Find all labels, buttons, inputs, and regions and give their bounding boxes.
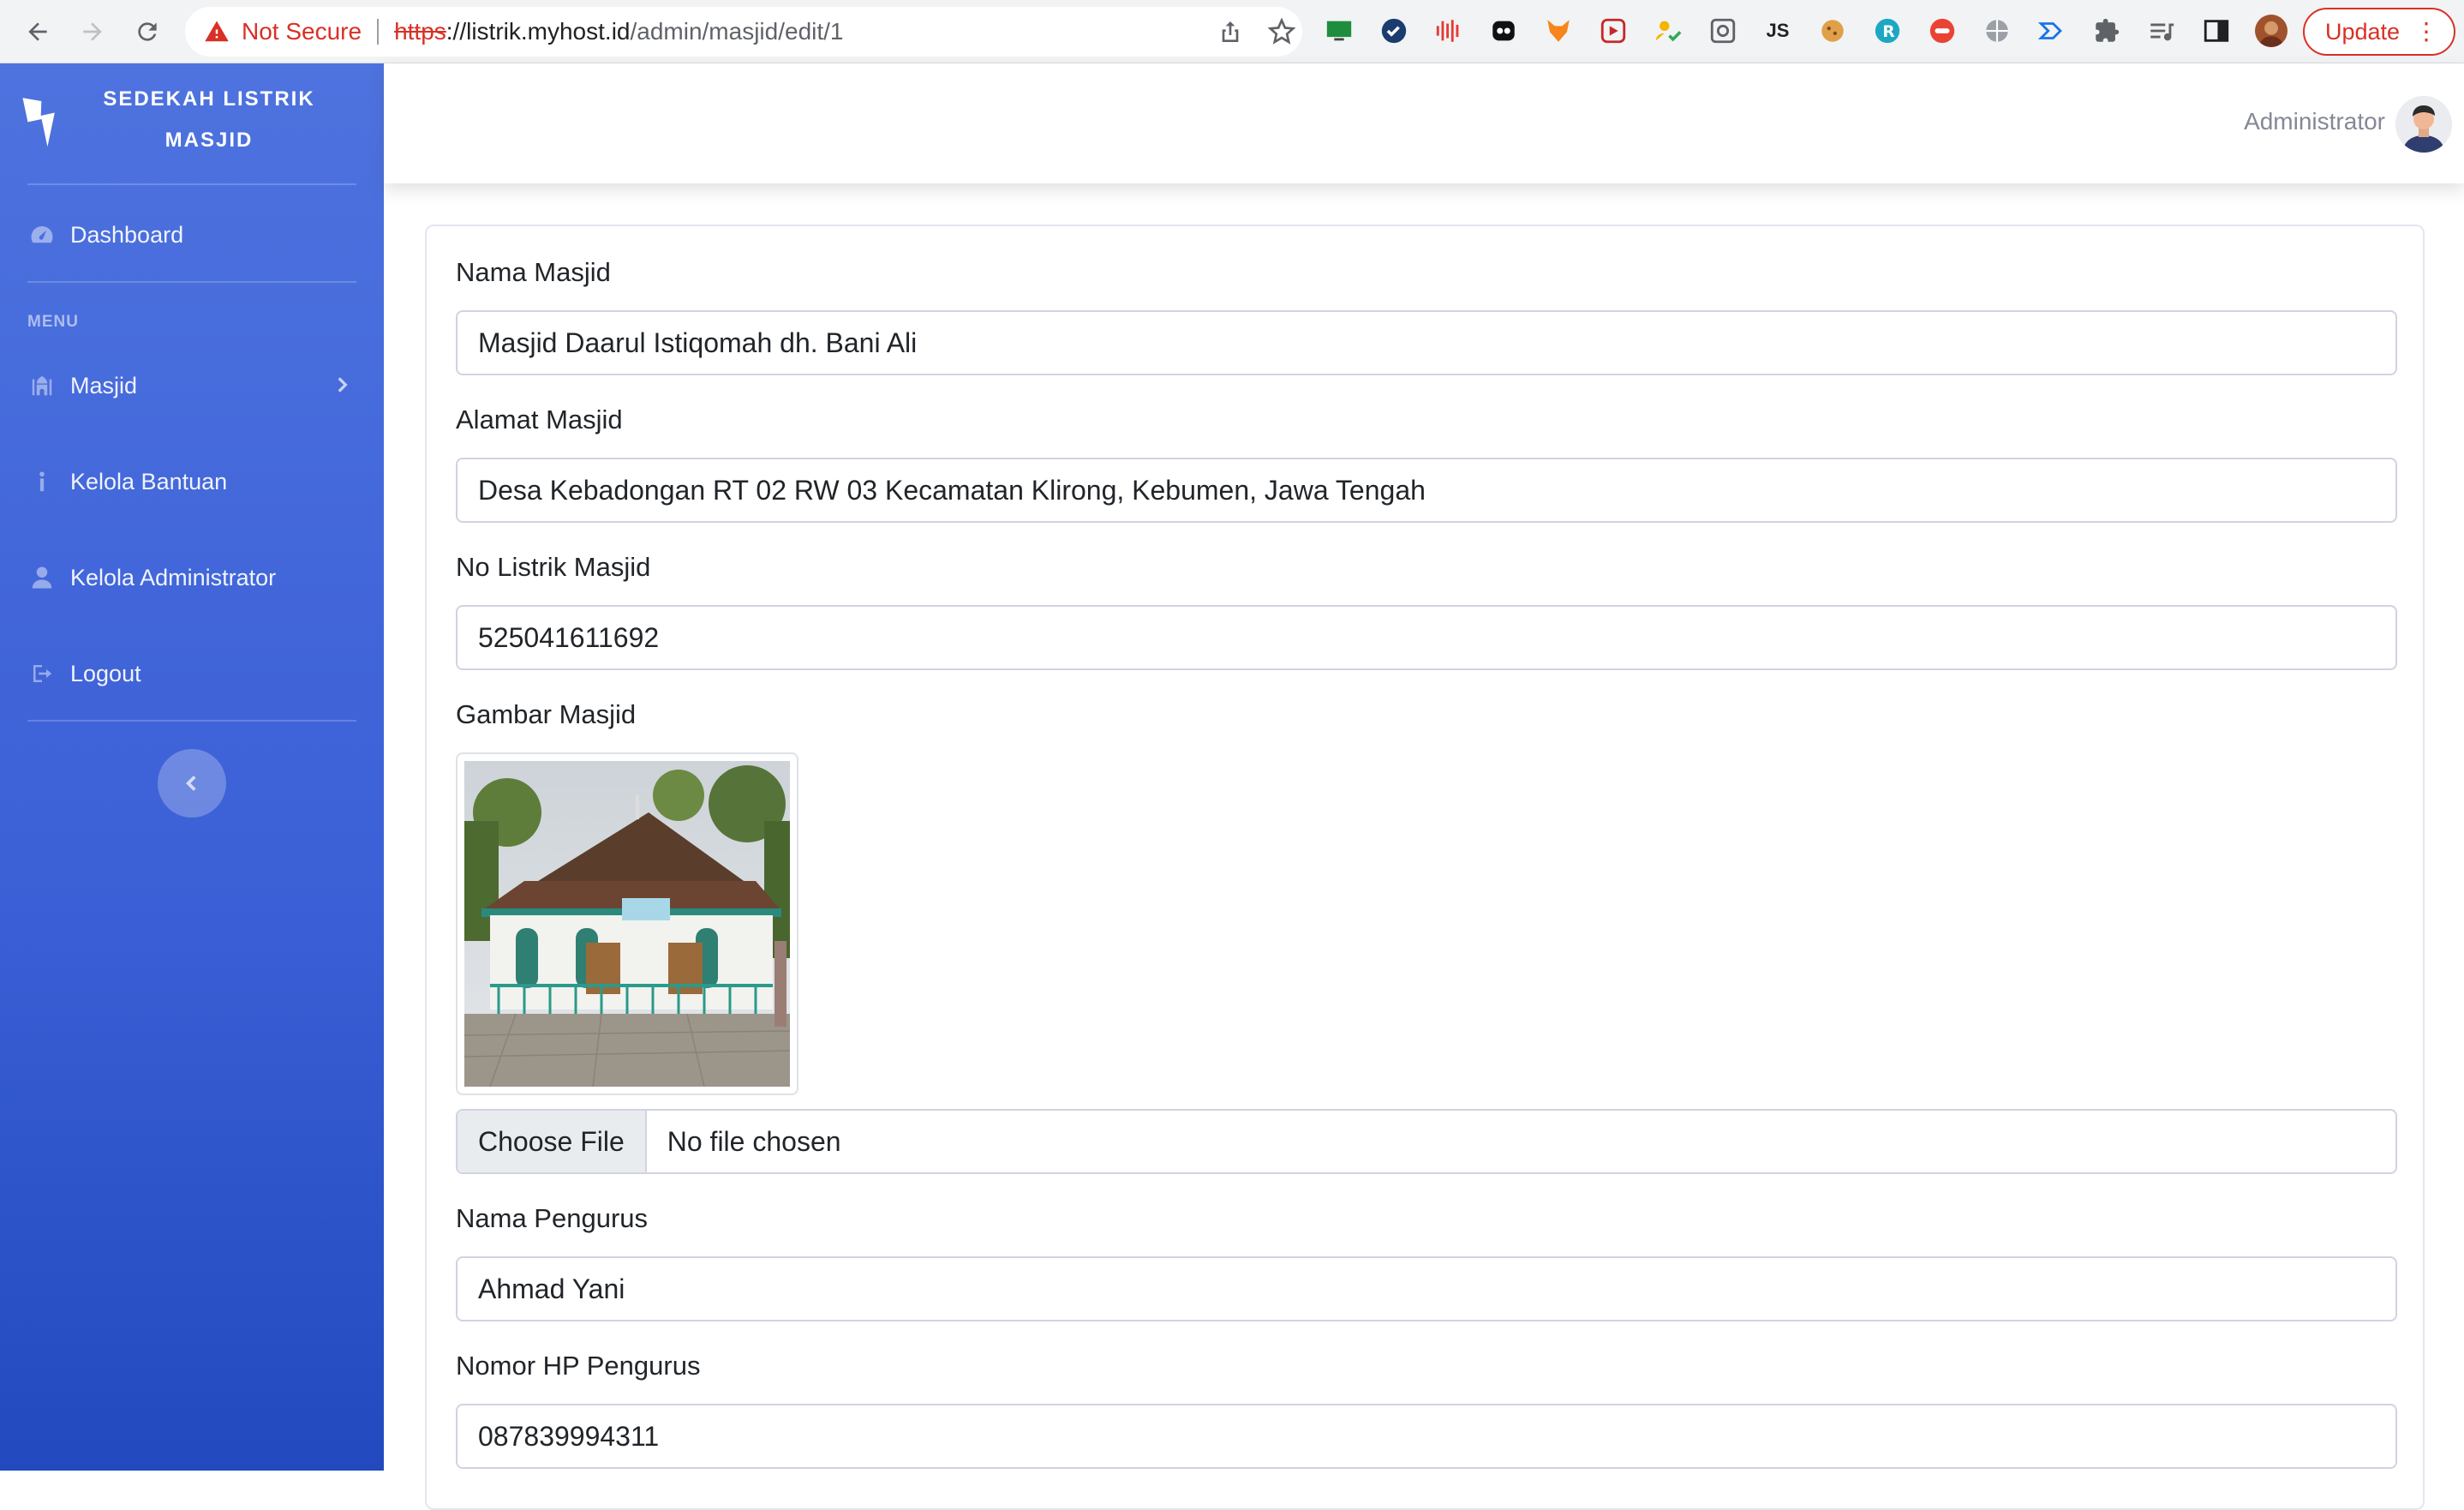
nama-pengurus-input[interactable]: Ahmad Yani [456, 1256, 2397, 1321]
sidebar-item-dashboard[interactable]: Dashboard [0, 201, 384, 269]
monitor-extension-icon[interactable] [1323, 15, 1355, 47]
svg-text:R: R [1882, 23, 1894, 41]
mask-extension-icon[interactable] [1487, 15, 1520, 47]
masjid-image-thumbnail [456, 752, 798, 1095]
check-extension-icon[interactable] [1378, 15, 1410, 47]
sidebar-item-label: Logout [70, 660, 141, 686]
sign-out-icon [27, 659, 57, 688]
mosque-icon [27, 371, 57, 400]
edit-masjid-card: Nama Masjid Masjid Daarul Istiqomah dh. … [425, 225, 2425, 1510]
person-check-extension-icon[interactable] [1652, 15, 1684, 47]
user-name[interactable]: Administrator [2244, 108, 2385, 135]
security-indicator[interactable]: Not Secure [204, 18, 362, 45]
no-listrik-input[interactable]: 525041611692 [456, 605, 2397, 670]
speed-extension-icon[interactable] [1926, 15, 1959, 47]
tachometer-icon [27, 220, 57, 249]
sidebar-item-kelola-administrator[interactable]: Kelola Administrator [0, 543, 384, 612]
file-status-text: No file chosen [667, 1125, 841, 1157]
sidebar-divider [27, 281, 356, 283]
sidebar-item-kelola-bantuan[interactable]: Kelola Bantuan [0, 447, 384, 516]
update-label: Update [2325, 18, 2401, 45]
sidebar-item-label: Dashboard [70, 221, 184, 248]
puzzle-icon[interactable] [2090, 15, 2123, 47]
chevron-left-icon [185, 776, 196, 791]
url-scheme: https [394, 18, 446, 45]
sidebar-item-masjid[interactable]: Masjid [0, 351, 384, 420]
avatar[interactable] [2395, 96, 2452, 153]
reload-icon [138, 22, 157, 41]
bolt-icon [22, 98, 55, 147]
play-extension-icon[interactable] [1597, 15, 1630, 47]
nama-masjid-label: Nama Masjid [456, 257, 611, 287]
alamat-masjid-label: Alamat Masjid [456, 404, 623, 434]
mosque-photo [463, 761, 791, 1088]
file-input[interactable]: Choose File No file chosen [456, 1109, 2397, 1174]
r-extension-icon[interactable]: R [1871, 15, 1904, 47]
brand-line1: SEDEKAH LISTRIK [103, 87, 315, 111]
camera-extension-icon[interactable] [1707, 15, 1739, 47]
url-host: ://listrik.myhost.id [446, 18, 631, 45]
sidebar-divider [27, 720, 356, 722]
globe-extension-icon[interactable] [1981, 15, 2013, 47]
choose-file-button[interactable]: Choose File [458, 1111, 647, 1172]
sidebar: SEDEKAH LISTRIK MASJID Dashboard MENU Ma… [0, 63, 384, 1471]
more-vert-icon: ⋮ [2414, 18, 2438, 45]
back-button[interactable] [17, 11, 58, 52]
address-bar[interactable]: Not Secure https://listrik.myhost.id/adm… [185, 7, 1302, 57]
warning-icon [205, 21, 229, 42]
omnibox-separator [377, 19, 380, 45]
side-panel-icon[interactable] [2200, 15, 2233, 47]
gambar-masjid-label: Gambar Masjid [456, 699, 637, 729]
info-icon [27, 467, 57, 496]
star-icon[interactable] [1268, 18, 1295, 45]
sidebar-heading: MENU [27, 313, 79, 331]
chevron-right-icon [338, 377, 348, 392]
share-icon[interactable] [1217, 18, 1244, 45]
brand-name: SEDEKAH LISTRIK MASJID [89, 79, 329, 161]
user-avatar-icon [2395, 96, 2452, 153]
url-path: /admin/masjid/edit/1 [630, 18, 844, 45]
js-extension-icon[interactable]: JS [1761, 15, 1794, 47]
sidebar-item-label: Kelola Administrator [70, 564, 277, 590]
brand-line2: MASJID [164, 129, 254, 152]
arrow-left-icon [28, 22, 47, 41]
alamat-masjid-input[interactable]: Desa Kebadongan RT 02 RW 03 Kecamatan Kl… [456, 458, 2397, 523]
sidebar-brand[interactable]: SEDEKAH LISTRIK MASJID [0, 63, 384, 183]
nomor-hp-input[interactable]: 087839994311 [456, 1404, 2397, 1469]
no-listrik-label: No Listrik Masjid [456, 552, 651, 582]
sidebar-item-label: Kelola Bantuan [70, 468, 228, 494]
fox-extension-icon[interactable] [1542, 15, 1575, 47]
nama-masjid-input[interactable]: Masjid Daarul Istiqomah dh. Bani Ali [456, 310, 2397, 375]
profile-avatar[interactable] [2255, 15, 2288, 47]
media-queue-icon[interactable] [2145, 15, 2178, 47]
cookie-extension-icon[interactable] [1816, 15, 1849, 47]
sidebar-divider [27, 183, 356, 185]
browser-toolbar: Not Secure https://listrik.myhost.id/adm… [0, 0, 2464, 63]
nomor-hp-label: Nomor HP Pengurus [456, 1351, 701, 1381]
update-button[interactable]: Update ⋮ [2303, 8, 2455, 56]
nama-pengurus-label: Nama Pengurus [456, 1203, 649, 1233]
forward-button[interactable] [72, 11, 113, 52]
arrow-right-icon [83, 22, 102, 41]
sidebar-item-label: Masjid [70, 372, 138, 398]
security-label: Not Secure [242, 18, 362, 45]
send-extension-icon[interactable] [2036, 15, 2068, 47]
url-text: https://listrik.myhost.id/admin/masjid/e… [394, 18, 843, 45]
topbar: Administrator [384, 63, 2464, 183]
sidebar-toggle-button[interactable] [158, 749, 226, 818]
sidebar-item-logout[interactable]: Logout [0, 639, 384, 708]
reload-button[interactable] [127, 11, 168, 52]
audio-extension-icon[interactable] [1432, 15, 1465, 47]
user-icon [27, 563, 57, 592]
